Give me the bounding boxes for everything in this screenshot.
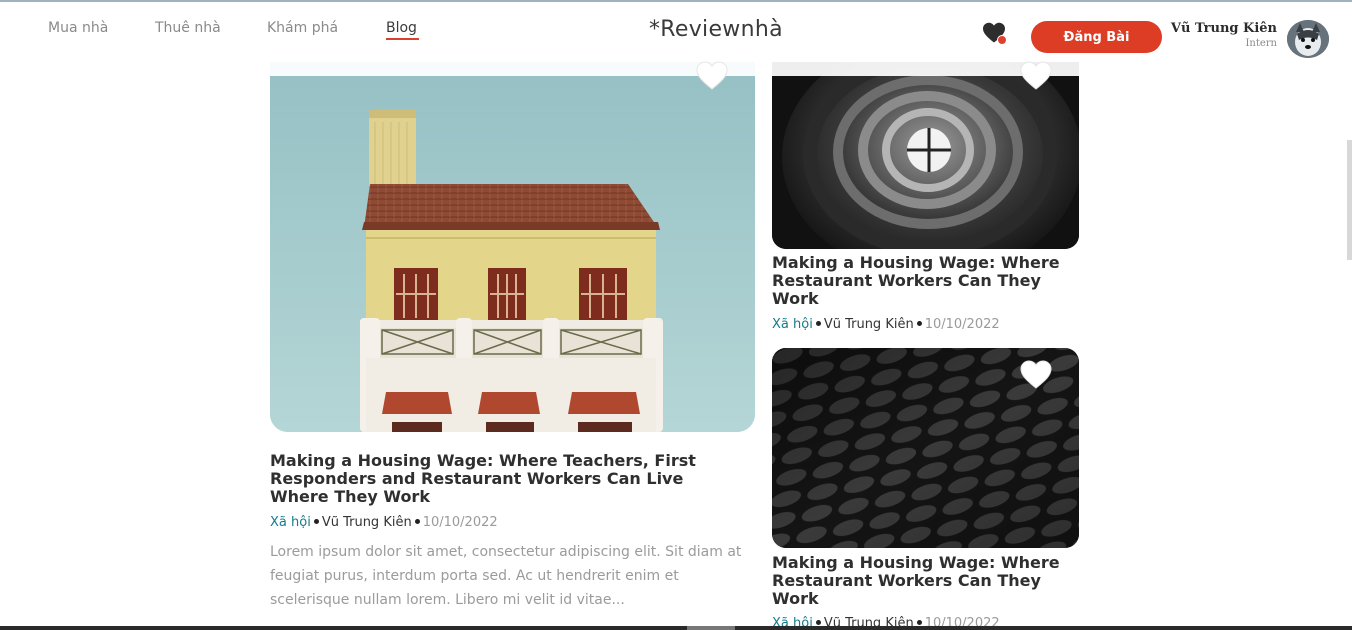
nav-buy[interactable]: Mua nhà <box>48 20 108 36</box>
post-image-house[interactable] <box>270 62 755 432</box>
meta-separator <box>916 321 922 326</box>
blog-page: Making a Housing Wage: Where Teachers, F… <box>0 0 1352 630</box>
nav-blog[interactable]: Blog <box>386 20 417 36</box>
post-title[interactable]: Making a Housing Wage: Where Restaurant … <box>772 554 1079 608</box>
user-role: Intern <box>1245 38 1277 49</box>
site-logo[interactable]: *Reviewnhà <box>649 17 783 42</box>
meta-separator <box>414 519 420 524</box>
post-meta: Xã hội Vũ Trung Kiên 10/10/2022 <box>772 317 1000 332</box>
post-author[interactable]: Vũ Trung Kiên <box>322 515 412 530</box>
favorite-heart-icon[interactable] <box>696 61 728 91</box>
dog-avatar-icon <box>1287 20 1329 58</box>
post-date: 10/10/2022 <box>422 515 498 530</box>
nav-explore[interactable]: Khám phá <box>267 20 338 36</box>
window-top-border <box>0 0 1352 2</box>
meta-separator <box>313 519 319 524</box>
post-title[interactable]: Making a Housing Wage: Where Teachers, F… <box>270 452 740 506</box>
favorites-button[interactable] <box>982 22 1008 46</box>
post-excerpt: Lorem ipsum dolor sit amet, consectetur … <box>270 544 742 608</box>
post-category[interactable]: Xã hội <box>270 515 311 530</box>
favorite-heart-icon[interactable] <box>1020 61 1052 91</box>
nav-active-indicator <box>386 38 419 40</box>
meta-separator <box>815 620 821 625</box>
site-header: Mua nhà Thuê nhà Khám phá Blog *Reviewnh… <box>0 0 1352 76</box>
post-meta: Xã hội Vũ Trung Kiên 10/10/2022 <box>270 515 498 530</box>
meta-separator <box>815 321 821 326</box>
avatar[interactable] <box>1287 20 1329 58</box>
notification-dot <box>997 35 1007 45</box>
post-author[interactable]: Vũ Trung Kiên <box>824 317 914 332</box>
create-post-button[interactable]: Đăng Bài <box>1031 21 1162 53</box>
horizontal-scrollbar[interactable] <box>0 626 1352 630</box>
favorite-heart-icon[interactable] <box>1020 360 1052 390</box>
meta-separator <box>916 620 922 625</box>
post-date: 10/10/2022 <box>924 317 1000 332</box>
page-scrollbar[interactable] <box>1347 140 1352 260</box>
post-title[interactable]: Making a Housing Wage: Where Restaurant … <box>772 254 1079 308</box>
user-name[interactable]: Vũ Trung Kiên <box>1160 21 1277 36</box>
nav-rent[interactable]: Thuê nhà <box>155 20 221 36</box>
house-photo <box>270 62 755 432</box>
horizontal-scrollbar-thumb[interactable] <box>687 626 735 630</box>
post-category[interactable]: Xã hội <box>772 317 813 332</box>
